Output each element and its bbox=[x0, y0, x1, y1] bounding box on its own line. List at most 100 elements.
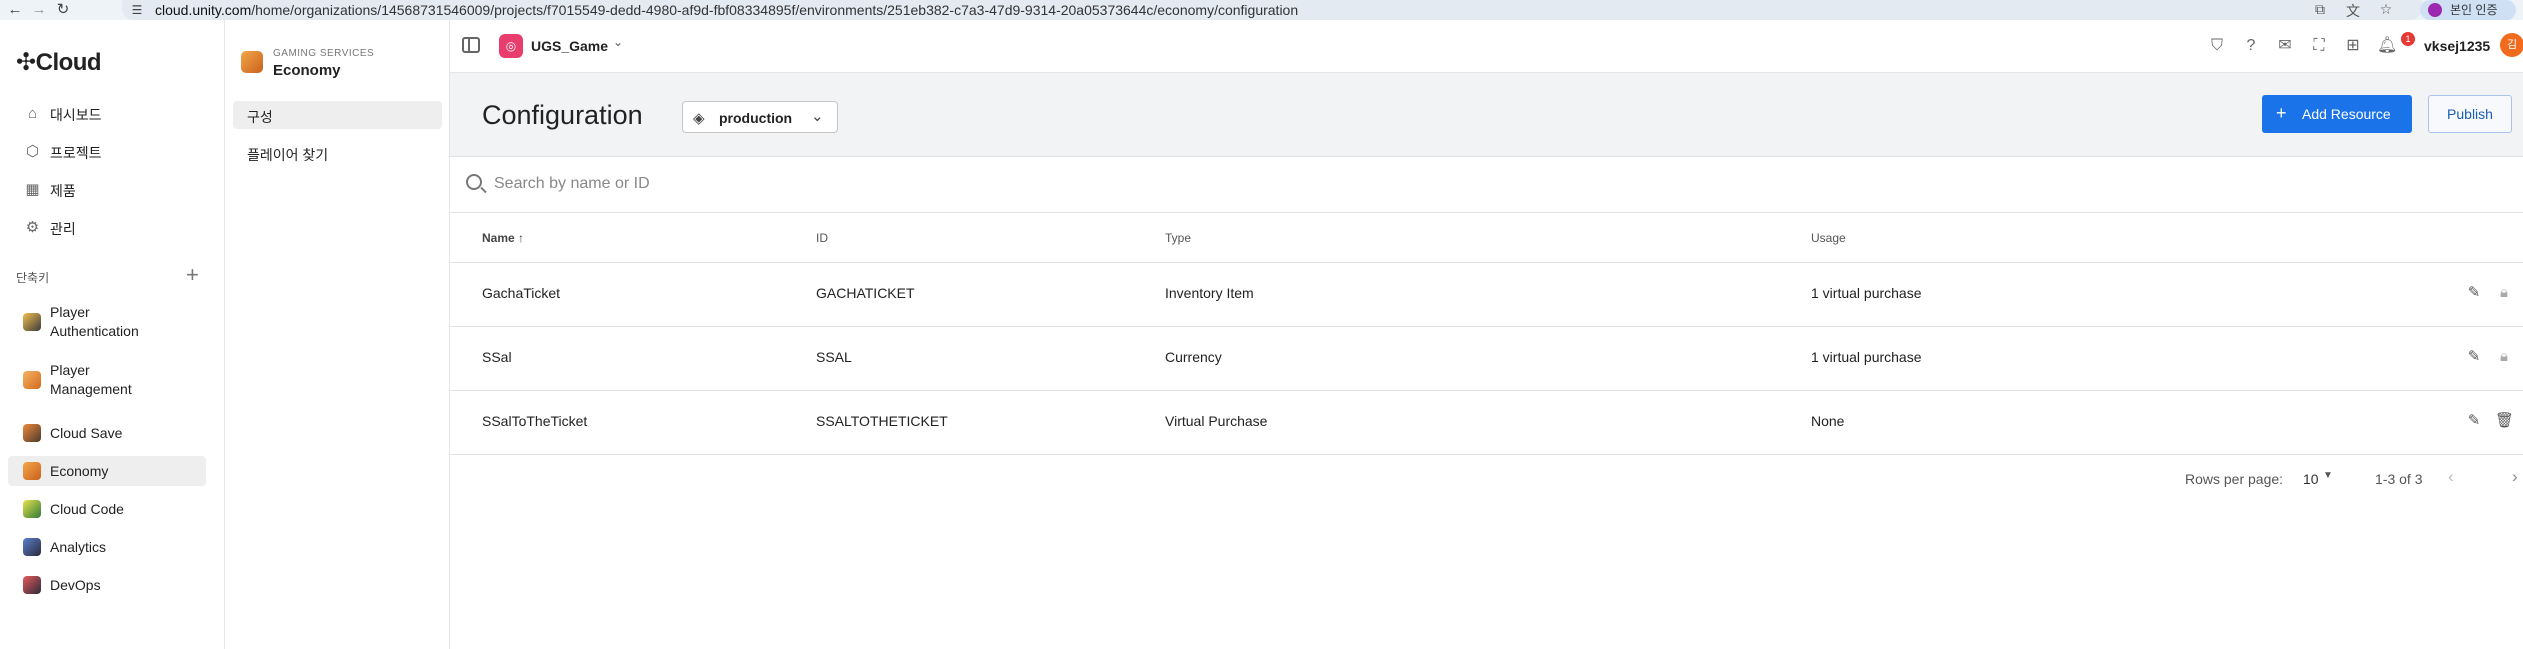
site-info-icon[interactable]: ☰ bbox=[128, 1, 146, 19]
nav-label: 프로젝트 bbox=[50, 145, 102, 161]
back-icon[interactable]: ← bbox=[6, 1, 24, 19]
nav-dashboard[interactable]: ⌂ 대시보드 bbox=[8, 98, 206, 128]
fullscreen-icon[interactable]: ⛶ bbox=[2309, 36, 2329, 56]
shortcut-label: Player Management bbox=[50, 362, 132, 397]
table-row[interactable]: SSal SSAL Currency 1 virtual purchase ✎ … bbox=[450, 327, 2523, 391]
page-range: 1-3 of 3 bbox=[2375, 471, 2423, 487]
nav-products[interactable]: ▦ 제품 bbox=[8, 174, 206, 204]
shortcut-label: Player Authentication bbox=[50, 304, 139, 339]
nav-label: 관리 bbox=[50, 221, 76, 237]
environment-select[interactable]: ◈ production ⌄ bbox=[682, 101, 838, 133]
rows-per-page-select[interactable]: 10 bbox=[2303, 471, 2319, 487]
edit-icon[interactable]: ✎ bbox=[2465, 284, 2483, 302]
cell-name: SSalToTheTicket bbox=[482, 413, 588, 429]
feedback-icon[interactable]: ✉ bbox=[2275, 36, 2295, 56]
shortcuts-heading: 단축키 bbox=[16, 271, 50, 285]
url-host: cloud.unity.com bbox=[155, 2, 252, 18]
gear-icon: ⚙ bbox=[25, 219, 40, 236]
nav-admin[interactable]: ⚙ 관리 bbox=[8, 212, 206, 242]
devops-icon bbox=[23, 576, 41, 594]
chevron-left-icon[interactable]: ‹ bbox=[2448, 467, 2454, 487]
player-authentication-icon bbox=[23, 313, 41, 331]
layers-icon: ◈ bbox=[693, 110, 705, 127]
economy-icon bbox=[23, 462, 41, 480]
column-header-usage[interactable]: Usage bbox=[1811, 231, 1846, 245]
shortcut-cloud-save[interactable]: Cloud Save bbox=[8, 418, 206, 448]
help-icon[interactable]: ? bbox=[2241, 36, 2261, 56]
cell-type: Virtual Purchase bbox=[1165, 413, 1268, 429]
edit-icon[interactable]: ✎ bbox=[2465, 412, 2483, 430]
notification-badge: 1 bbox=[2401, 32, 2415, 46]
lock-icon: 🔒︎ bbox=[2500, 284, 2508, 301]
delete-icon[interactable]: 🗑︎ bbox=[2495, 412, 2514, 430]
add-resource-button[interactable]: + Add Resource bbox=[2262, 95, 2412, 133]
column-header-name[interactable]: Name ↑ bbox=[482, 231, 524, 245]
nav-label: 제품 bbox=[50, 183, 76, 199]
url-path: /home/organizations/14568731546009/proje… bbox=[251, 2, 1299, 18]
apps-grid-icon[interactable]: ⊞ bbox=[2343, 36, 2363, 56]
resources-table: Name ↑ ID Type Usage GachaTicket GACHATI… bbox=[450, 213, 2523, 455]
subnav-label: 플레이어 찾기 bbox=[247, 147, 329, 163]
project-name[interactable]: UGS_Game bbox=[531, 38, 608, 54]
verify-button[interactable]: 본인 인증 bbox=[2420, 0, 2516, 20]
edit-icon[interactable]: ✎ bbox=[2465, 348, 2483, 366]
cell-id: SSALTOTHETICKET bbox=[816, 413, 948, 429]
cell-type: Inventory Item bbox=[1165, 285, 1254, 301]
column-header-type[interactable]: Type bbox=[1165, 231, 1191, 245]
translate-icon[interactable]: 文 bbox=[2343, 1, 2363, 19]
chevron-right-icon[interactable]: › bbox=[2512, 467, 2518, 487]
cell-name: GachaTicket bbox=[482, 285, 561, 301]
url-text[interactable]: cloud.unity.com/home/organizations/14568… bbox=[155, 2, 1298, 18]
subnav-configuration[interactable]: 구성 bbox=[233, 101, 442, 129]
shortcut-label: Analytics bbox=[50, 539, 107, 555]
sidebar-toggle-icon[interactable] bbox=[462, 37, 480, 53]
top-header: ◎ UGS_Game ⌄ ⛉ ? ✉ ⛶ ⊞ 🔔︎ 1 vksej1235 김 bbox=[450, 20, 2523, 73]
bell-icon[interactable]: 🔔︎ bbox=[2377, 36, 2397, 56]
bookmark-star-icon[interactable]: ☆ bbox=[2376, 1, 2396, 19]
forward-icon[interactable]: → bbox=[30, 1, 48, 19]
cell-id: SSAL bbox=[816, 349, 852, 365]
chevron-down-icon[interactable]: ⌄ bbox=[613, 35, 623, 49]
reload-icon[interactable]: ↻ bbox=[54, 1, 72, 19]
cell-name: SSal bbox=[482, 349, 512, 365]
product-title: Economy bbox=[273, 62, 341, 79]
username[interactable]: vksej1235 bbox=[2424, 38, 2490, 54]
grid-icon: ▦ bbox=[25, 181, 40, 198]
shortcut-cloud-code[interactable]: Cloud Code bbox=[8, 494, 206, 524]
project-icon[interactable]: ◎ bbox=[499, 34, 523, 58]
page-header: Configuration ◈ production ⌄ + Add Resou… bbox=[450, 73, 2523, 157]
cloud-code-icon bbox=[23, 500, 41, 518]
chevron-down-icon: ⌄ bbox=[811, 108, 824, 125]
shortcut-label: DevOps bbox=[50, 577, 101, 593]
shortcut-player-authentication[interactable]: Player Authentication bbox=[8, 302, 206, 342]
column-header-id[interactable]: ID bbox=[816, 231, 828, 245]
search-input[interactable] bbox=[494, 171, 1394, 197]
publish-button[interactable]: Publish bbox=[2428, 95, 2512, 133]
table-row[interactable]: SSalToTheTicket SSALTOTHETICKET Virtual … bbox=[450, 391, 2523, 455]
cell-usage: None bbox=[1811, 413, 1845, 429]
table-row[interactable]: GachaTicket GACHATICKET Inventory Item 1… bbox=[450, 263, 2523, 327]
nav-projects[interactable]: ⬡ 프로젝트 bbox=[8, 136, 206, 166]
profile-icon bbox=[2428, 3, 2442, 17]
shortcut-label: Cloud Code bbox=[50, 501, 124, 517]
cell-usage: 1 virtual purchase bbox=[1811, 349, 1922, 365]
install-app-icon[interactable]: ⧉ bbox=[2310, 1, 2330, 19]
rows-per-page-label: Rows per page: bbox=[2185, 471, 2284, 487]
avatar[interactable]: 김 bbox=[2500, 33, 2523, 57]
caret-down-icon[interactable]: ▼ bbox=[2323, 470, 2333, 481]
subnav-player-lookup[interactable]: 플레이어 찾기 bbox=[233, 139, 442, 167]
nav-label: 대시보드 bbox=[50, 107, 102, 123]
browser-toolbar: ← → ↻ ☰ cloud.unity.com/home/organizatio… bbox=[0, 0, 2523, 20]
cube-outline-icon: ⬡ bbox=[25, 143, 40, 160]
shortcut-analytics[interactable]: Analytics bbox=[8, 532, 206, 562]
shortcut-player-management[interactable]: Player Management bbox=[8, 360, 206, 400]
shortcut-devops[interactable]: DevOps bbox=[8, 570, 206, 600]
shield-check-icon[interactable]: ⛉ bbox=[2207, 36, 2227, 56]
lock-icon: 🔒︎ bbox=[2500, 348, 2508, 365]
shortcut-economy[interactable]: Economy bbox=[8, 456, 206, 486]
add-shortcut-icon[interactable]: + bbox=[186, 264, 199, 286]
sort-ascending-icon: ↑ bbox=[518, 231, 525, 245]
logo-text: Cloud bbox=[35, 49, 102, 76]
unity-cloud-logo[interactable]: ✣Cloud bbox=[16, 48, 102, 77]
shortcut-label: Cloud Save bbox=[50, 425, 123, 441]
